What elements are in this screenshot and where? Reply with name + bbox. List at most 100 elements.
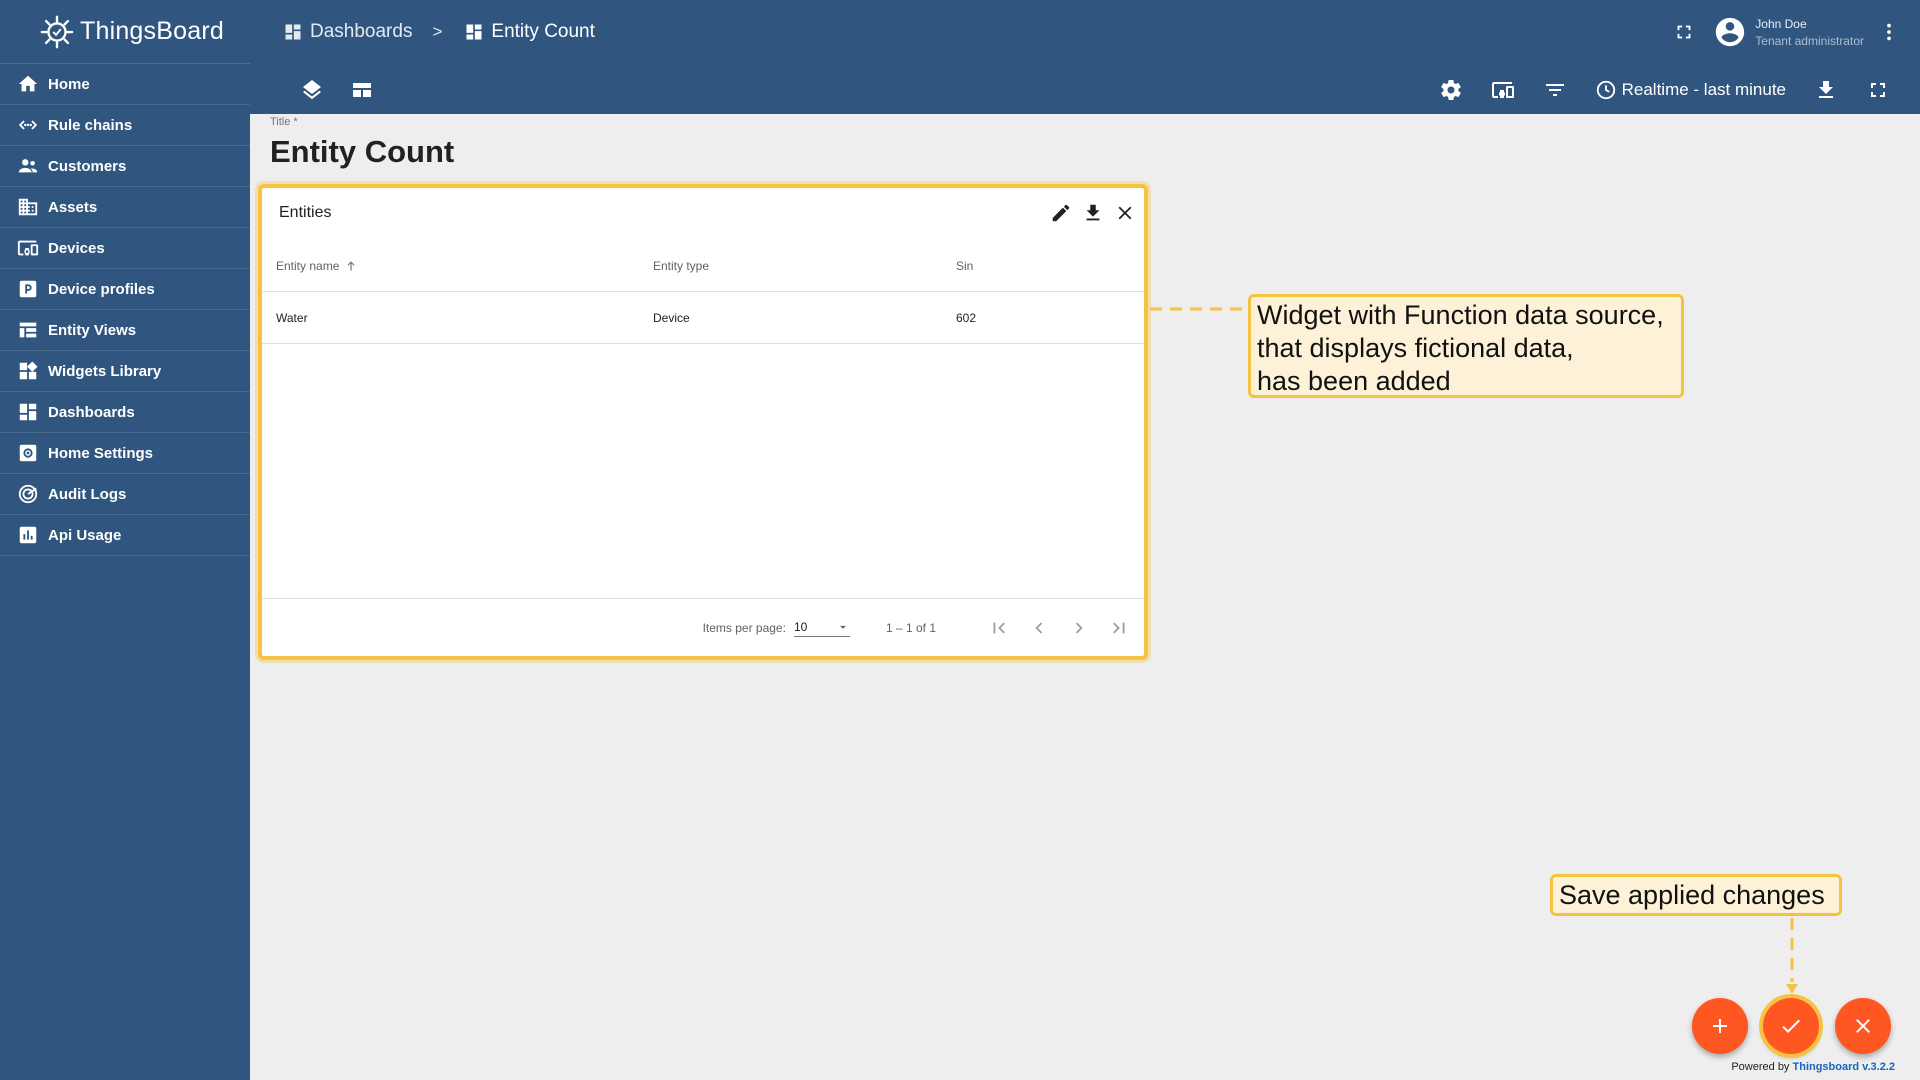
sidebar-item-home[interactable]: Home (0, 64, 250, 105)
page-title[interactable]: Entity Count (270, 134, 454, 170)
table-row[interactable]: Water Device 602 (262, 292, 1144, 344)
dashboard-icon (466, 24, 482, 40)
layout-icon[interactable] (350, 78, 374, 102)
callout-connector-1 (1150, 307, 1248, 311)
layers-icon[interactable] (300, 78, 324, 102)
sidebar-item-entity-views[interactable]: Entity Views (0, 310, 250, 351)
download-icon[interactable] (1814, 78, 1838, 102)
assets-icon (18, 198, 38, 216)
widget-title: Entities (279, 204, 332, 221)
sidebar-item-label: Customers (48, 157, 127, 175)
more-vert-icon[interactable] (1878, 21, 1900, 43)
user-info[interactable]: John Doe Tenant administrator (1755, 17, 1864, 48)
sidebar-item-label: Devices (48, 239, 105, 257)
breadcrumb-label: Dashboards (310, 21, 413, 42)
sidebar-item-label: Audit Logs (48, 485, 127, 503)
settings-icon[interactable] (1439, 78, 1463, 102)
sidebar-item-widgets-library[interactable]: Widgets Library (0, 351, 250, 392)
callout-line: Widget with Function data source, (1257, 300, 1664, 330)
thingsboard-version-link[interactable]: Thingsboard v.3.2.2 (1793, 1061, 1896, 1073)
sidebar-item-label: Api Usage (48, 526, 122, 544)
annotation-callout-widget-added: Widget with Function data source, that d… (1248, 294, 1684, 398)
entity-views-icon (19, 322, 37, 338)
breadcrumb-dashboards[interactable]: Dashboards (283, 21, 412, 43)
powered-by-footer: Powered by Thingsboard v.3.2.2 (1731, 1061, 1895, 1073)
sidebar-item-devices[interactable]: Devices (0, 228, 250, 269)
rule-chains-icon (18, 120, 38, 130)
sidebar: ThingsBoard Home Rule chains Customers A… (0, 0, 250, 1080)
app-name: ThingsBoard (80, 17, 224, 45)
save-button[interactable] (1763, 998, 1819, 1054)
widgets-library-icon (19, 361, 38, 380)
sidebar-item-label: Device profiles (48, 280, 155, 298)
timewindow-button[interactable]: Realtime - last minute (1595, 79, 1786, 101)
sidebar-item-customers[interactable]: Customers (0, 146, 250, 187)
sidebar-item-api-usage[interactable]: Api Usage (0, 515, 250, 556)
dashboard-toolbar-left (300, 78, 374, 102)
api-usage-icon (19, 526, 37, 544)
sidebar-item-label: Widgets Library (48, 362, 162, 380)
previous-page-icon[interactable] (1028, 617, 1050, 639)
sidebar-item-label: Home Settings (48, 444, 154, 462)
sidebar-item-dashboards[interactable]: Dashboards (0, 392, 250, 433)
sidebar-item-home-settings[interactable]: Home Settings (0, 433, 250, 474)
cell-entity-name: Water (276, 310, 308, 325)
sidebar-nav: Home Rule chains Customers Assets Device… (0, 64, 250, 556)
table-header: Entity name Entity type Sin (262, 240, 1144, 292)
sidebar-item-audit-logs[interactable]: Audit Logs (0, 474, 250, 515)
column-header-sin[interactable]: Sin (942, 259, 1144, 273)
audit-logs-icon (18, 484, 38, 504)
sidebar-item-device-profiles[interactable]: Device profiles (0, 269, 250, 310)
fullscreen-icon[interactable] (1866, 78, 1890, 102)
user-name: John Doe (1755, 16, 1807, 31)
breadcrumb-label: Entity Count (491, 21, 595, 42)
filter-icon[interactable] (1543, 78, 1567, 102)
entities-table-widget[interactable]: Entities Entity name Entity type Sin Wat… (258, 184, 1148, 660)
items-per-page-select[interactable]: 10 (793, 618, 850, 637)
callout-connector-2 (1786, 918, 1798, 994)
top-bar: Dashboards > Entity Count John Doe Tenan… (250, 0, 1920, 114)
dashboards-icon (19, 403, 37, 421)
column-header-label: Entity name (276, 258, 340, 273)
devices-icon (17, 240, 39, 256)
edit-icon[interactable] (1050, 202, 1072, 224)
sidebar-item-rule-chains[interactable]: Rule chains (0, 105, 250, 146)
dashboards-icon (285, 24, 301, 40)
sidebar-item-label: Entity Views (48, 321, 137, 339)
entity-aliases-icon[interactable] (1491, 78, 1515, 102)
user-area: John Doe Tenant administrator (1673, 10, 1900, 54)
cancel-button[interactable] (1835, 998, 1891, 1054)
entities-table: Entity name Entity type Sin Water Device… (262, 240, 1144, 344)
clock-icon (1596, 80, 1615, 100)
powered-by-label: Powered by (1731, 1061, 1790, 1073)
sidebar-item-assets[interactable]: Assets (0, 187, 250, 228)
breadcrumb-separator: > (432, 22, 443, 41)
callout-line: has been added (1257, 366, 1451, 396)
fullscreen-icon[interactable] (1673, 21, 1695, 43)
sidebar-item-label: Rule chains (48, 116, 133, 134)
cell-entity-type: Device (653, 310, 690, 325)
cell-sin: 602 (956, 310, 977, 325)
sidebar-item-label: Home (48, 75, 90, 93)
check-icon (1782, 1019, 1800, 1033)
widget-actions (1050, 202, 1136, 224)
avatar[interactable] (1713, 15, 1747, 49)
close-icon[interactable] (1114, 202, 1136, 224)
home-icon (18, 75, 38, 92)
download-icon[interactable] (1082, 202, 1104, 224)
sidebar-item-label: Dashboards (48, 403, 135, 421)
next-page-icon[interactable] (1068, 617, 1090, 639)
annotation-callout-save: Save applied changes (1550, 874, 1842, 916)
close-icon (1856, 1019, 1870, 1033)
callout-line: that displays fictional data, (1257, 333, 1574, 363)
app-logo[interactable]: ThingsBoard (0, 0, 250, 64)
page-range-label: 1 – 1 of 1 (885, 620, 936, 635)
home-settings-icon (19, 444, 37, 462)
column-header-entity-name[interactable]: Entity name (262, 259, 639, 273)
dropdown-arrow-icon (840, 625, 846, 629)
first-page-icon[interactable] (988, 617, 1010, 639)
column-header-entity-type[interactable]: Entity type (639, 259, 942, 273)
sidebar-item-label: Assets (48, 198, 98, 216)
last-page-icon[interactable] (1108, 617, 1130, 639)
add-widget-button[interactable] (1692, 998, 1748, 1054)
